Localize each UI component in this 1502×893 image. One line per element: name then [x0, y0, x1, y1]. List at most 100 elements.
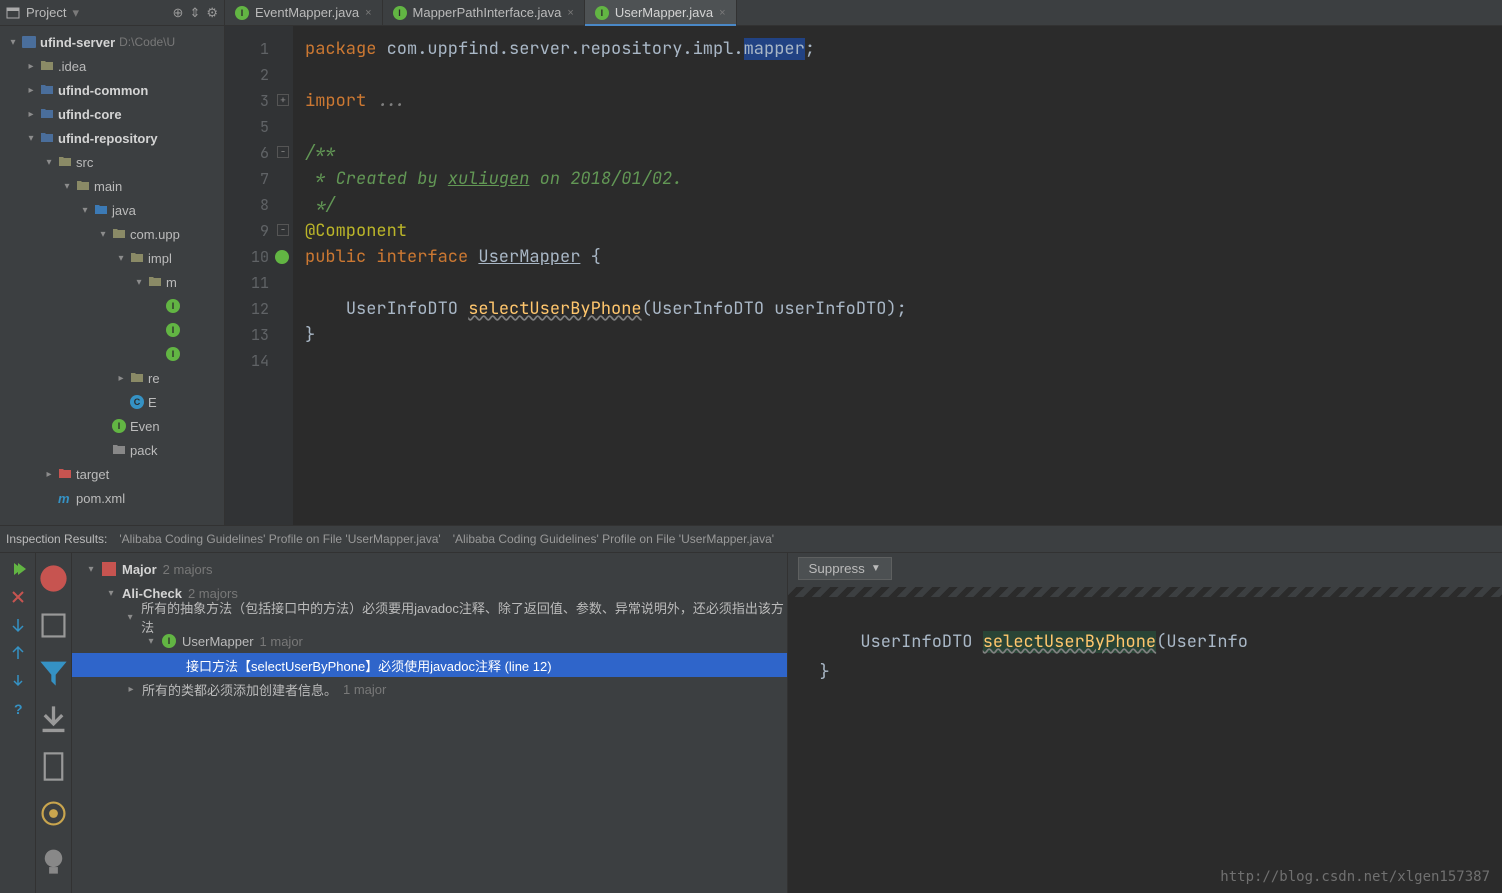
project-title: Project: [26, 5, 66, 20]
tree-item[interactable]: mpom.xml: [0, 486, 224, 510]
tree-item[interactable]: IEven: [0, 414, 224, 438]
close-icon[interactable]: ×: [365, 7, 371, 19]
interface-icon: I: [393, 6, 407, 20]
impl-mark-icon[interactable]: [275, 250, 289, 264]
class-i-icon: I: [166, 299, 180, 313]
package-icon: [148, 275, 162, 289]
tree-item[interactable]: impl: [0, 246, 224, 270]
class-i-icon: I: [166, 347, 180, 361]
module-icon: [22, 36, 36, 48]
tree-label: target: [76, 467, 109, 482]
inspection-profile-tab[interactable]: 'Alibaba Coding Guidelines' Profile on F…: [453, 532, 774, 546]
editor-tab[interactable]: I EventMapper.java ×: [225, 0, 383, 25]
tree-label: E: [148, 395, 157, 410]
tree-label: ufind-repository: [58, 131, 158, 146]
inspection-tree[interactable]: Major 2 majors Ali-Check 2 majors 所有的抽象方…: [72, 553, 787, 893]
export-icon[interactable]: [36, 702, 71, 737]
package-icon: [112, 227, 126, 241]
autoscroll-icon[interactable]: [36, 608, 71, 643]
insp-rule[interactable]: 所有的抽象方法（包括接口中的方法）必须要用javadoc注释、除了返回值、参数、…: [72, 605, 787, 629]
tab-label: UserMapper.java: [615, 5, 713, 20]
close-icon[interactable]: [10, 589, 26, 605]
gear-icon[interactable]: ⚙: [206, 5, 218, 21]
major-icon: [102, 562, 116, 576]
interface-icon: I: [595, 6, 609, 20]
project-tree[interactable]: ufind-server D:\Code\U .idea ufind-common…: [0, 26, 224, 525]
root-label: ufind-server: [40, 35, 115, 50]
rerun-icon[interactable]: [10, 561, 26, 577]
code-editor[interactable]: 1 2 3+ 5 6− 7 8 9− 10 11 12 13 14 packag…: [225, 26, 1502, 525]
close-icon[interactable]: ×: [567, 7, 573, 19]
settings-icon[interactable]: [36, 796, 71, 831]
editor-tabs: I EventMapper.java × I MapperPathInterface.j…: [225, 0, 1502, 26]
tool-column-left: ?: [0, 553, 36, 893]
tree-label: .idea: [58, 59, 86, 74]
inspection-header: Inspection Results: 'Alibaba Coding Guid…: [0, 525, 1502, 553]
tree-label: ufind-common: [58, 83, 148, 98]
tree-item[interactable]: pack: [0, 438, 224, 462]
interface-icon: I: [162, 634, 176, 648]
srcfolder-icon: [94, 203, 108, 217]
tree-label: re: [148, 371, 160, 386]
tree-label: main: [94, 179, 122, 194]
tool-column-right: [36, 553, 72, 893]
tab-label: EventMapper.java: [255, 5, 359, 20]
package-icon: [130, 371, 144, 385]
watermark: http://blog.csdn.net/xlgen157387: [1220, 869, 1490, 885]
tree-item[interactable]: I: [0, 342, 224, 366]
insp-rule[interactable]: 所有的类都必须添加创建者信息。 1 major: [72, 677, 787, 701]
inspection-profile-tab[interactable]: 'Alibaba Coding Guidelines' Profile on F…: [119, 532, 440, 546]
preview-code[interactable]: UserInfoDTO selectUserByPhone(UserInfo }: [788, 583, 1502, 893]
inspection-panel: ? Major 2 majors Ali-Check 2 majors 所有的抽…: [0, 553, 1502, 893]
tree-item[interactable]: java: [0, 198, 224, 222]
project-icon: [6, 6, 20, 20]
tree-item[interactable]: target: [0, 462, 224, 486]
interface-icon: I: [235, 6, 249, 20]
editor-tab[interactable]: I UserMapper.java ×: [585, 0, 737, 25]
folder-icon: [76, 179, 90, 193]
code-content[interactable]: package com.uppfind.server.repository.im…: [293, 26, 1502, 525]
svg-text:?: ?: [14, 701, 23, 717]
editor-tab[interactable]: I MapperPathInterface.java ×: [383, 0, 585, 25]
editor-area: I EventMapper.java × I MapperPathInterface.j…: [225, 0, 1502, 525]
help-icon[interactable]: ?: [10, 701, 26, 717]
tree-item[interactable]: I: [0, 318, 224, 342]
filter-icon[interactable]: [36, 655, 71, 690]
class-i-icon: I: [166, 323, 180, 337]
project-header[interactable]: Project ▾ ⊕ ⇕ ⚙: [0, 0, 224, 26]
group-icon[interactable]: [36, 561, 71, 596]
tree-item[interactable]: ufind-core: [0, 102, 224, 126]
tree-item[interactable]: ufind-repository: [0, 126, 224, 150]
tree-item[interactable]: m: [0, 270, 224, 294]
tree-item[interactable]: I: [0, 294, 224, 318]
root-path: D:\Code\U: [119, 35, 175, 49]
inspection-title: Inspection Results:: [6, 532, 107, 546]
tree-item[interactable]: main: [0, 174, 224, 198]
tree-label: impl: [148, 251, 172, 266]
chevron-down-icon: ▼: [871, 563, 881, 574]
tree-item[interactable]: re: [0, 366, 224, 390]
edit-icon[interactable]: [36, 749, 71, 784]
class-c-icon: C: [130, 395, 144, 409]
next-icon[interactable]: [10, 673, 26, 689]
insp-major[interactable]: Major 2 majors: [72, 557, 787, 581]
tree-root[interactable]: ufind-server D:\Code\U: [0, 30, 224, 54]
target-icon[interactable]: ⊕: [173, 5, 184, 21]
suppress-button[interactable]: Suppress ▼: [798, 557, 892, 580]
maven-icon: m: [58, 491, 72, 505]
tree-item[interactable]: CE: [0, 390, 224, 414]
bulb-icon[interactable]: [36, 843, 71, 878]
close-icon[interactable]: ×: [719, 7, 725, 19]
expand-icon[interactable]: [10, 617, 26, 633]
collapse-icon[interactable]: ⇕: [189, 5, 200, 21]
tree-item[interactable]: src: [0, 150, 224, 174]
tree-item[interactable]: ufind-common: [0, 78, 224, 102]
tree-item[interactable]: com.upp: [0, 222, 224, 246]
package-icon: [130, 251, 144, 265]
insp-issue[interactable]: 接口方法【selectUserByPhone】必须使用javadoc注释 (li…: [72, 653, 787, 677]
tree-label: com.upp: [130, 227, 180, 242]
tree-item[interactable]: .idea: [0, 54, 224, 78]
tab-label: MapperPathInterface.java: [413, 5, 562, 20]
tree-label: pack: [130, 443, 157, 458]
collapse-icon[interactable]: [10, 645, 26, 661]
